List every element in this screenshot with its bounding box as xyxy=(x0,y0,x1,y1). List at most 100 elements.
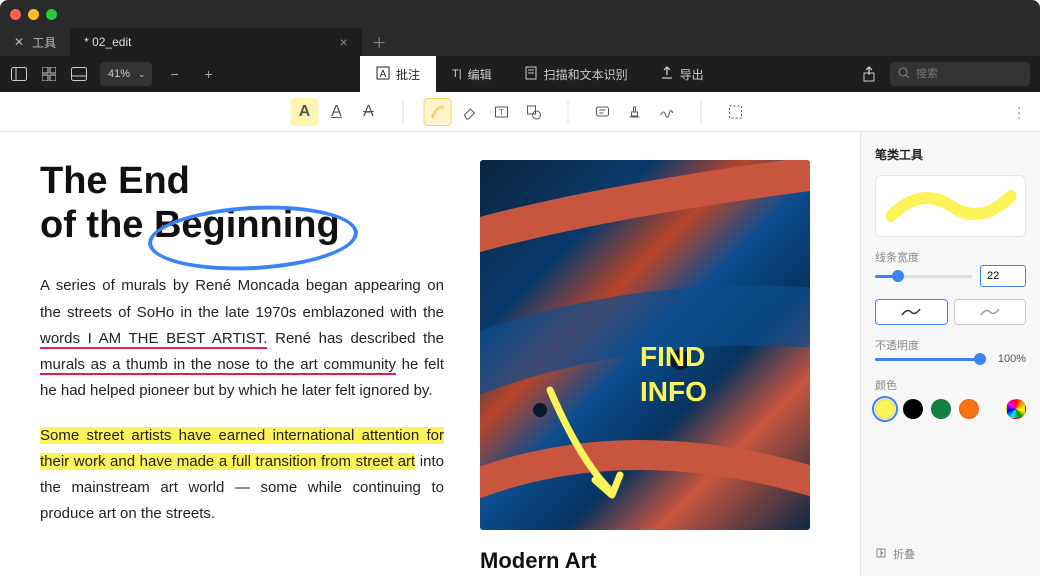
mode-edit[interactable]: T| 编辑 xyxy=(436,56,508,92)
color-swatch-green[interactable] xyxy=(931,399,951,419)
panel-title: 笔类工具 xyxy=(875,146,1026,163)
mode-export[interactable]: 导出 xyxy=(644,56,720,92)
heading-2: Modern Art xyxy=(480,548,820,574)
tab-tools[interactable]: ✕ 工具 xyxy=(0,28,70,56)
tab-document[interactable]: * 02_edit × xyxy=(70,28,362,56)
pen-tool-button[interactable] xyxy=(424,98,452,126)
color-swatches xyxy=(875,399,1026,419)
heading-1: The End of the Beginning xyxy=(40,160,444,247)
opacity-label: 不透明度 xyxy=(875,337,1026,353)
zoom-value[interactable]: 41% xyxy=(100,68,138,80)
title-line1: The End xyxy=(40,160,190,202)
note-tool-button[interactable] xyxy=(589,98,617,126)
tab-label: 工具 xyxy=(32,34,56,51)
highlight-text-button[interactable]: A xyxy=(291,98,319,126)
eraser-tool-button[interactable] xyxy=(456,98,484,126)
stamp-tool-button[interactable] xyxy=(621,98,649,126)
annotate-icon: A xyxy=(376,66,390,83)
annotation-toolbar: A A A T ⋯ xyxy=(0,92,1040,132)
highlight-annotation[interactable]: Some street artists have earned internat… xyxy=(40,427,444,470)
paragraph-2: Some street artists have earned internat… xyxy=(40,423,444,528)
zoom-out-button[interactable]: − xyxy=(164,66,186,82)
separator xyxy=(403,101,404,123)
shape-tool-button[interactable] xyxy=(520,98,548,126)
mode-ocr[interactable]: 扫描和文本识别 xyxy=(508,56,644,92)
mode-label: 扫描和文本识别 xyxy=(544,66,628,83)
stroke-width-section: 线条宽度 xyxy=(875,249,1026,287)
close-tab-icon[interactable]: × xyxy=(339,34,347,50)
figure-image: FIND INFO xyxy=(480,160,810,530)
p1-text-b: René has described the xyxy=(267,330,444,347)
tab-label: * 02_edit xyxy=(84,35,131,49)
window-titlebar xyxy=(0,0,1040,28)
underline-text-button[interactable]: A xyxy=(323,98,351,126)
separator xyxy=(568,101,569,123)
grid-view-icon[interactable] xyxy=(40,65,58,83)
stroke-width-label: 线条宽度 xyxy=(875,249,1026,265)
p1-text-a: A series of murals by René Moncada began… xyxy=(40,277,444,320)
search-box[interactable] xyxy=(890,62,1030,86)
column-right: FIND INFO Modern Art After Haring, a str… xyxy=(480,160,820,576)
color-swatch-yellow[interactable] xyxy=(875,399,895,419)
top-toolbar: 41% ⌄ − + A 批注 T| 编辑 扫描和文本识别 导出 xyxy=(0,56,1040,92)
sidebar-toggle-icon[interactable] xyxy=(10,65,28,83)
inspector-panel: 笔类工具 线条宽度 不透明度 xyxy=(860,132,1040,576)
minimize-window[interactable] xyxy=(28,9,39,20)
separator xyxy=(701,101,702,123)
collapse-icon xyxy=(875,547,887,562)
strike-text-button[interactable]: A xyxy=(355,98,383,126)
stroke-sharp-button[interactable] xyxy=(954,299,1027,325)
underline-annotation[interactable]: murals as a thumb in the nose to the art… xyxy=(40,356,396,375)
stroke-width-input[interactable] xyxy=(980,265,1026,287)
mode-annotate[interactable]: A 批注 xyxy=(360,56,436,92)
opacity-slider[interactable] xyxy=(875,358,980,361)
zoom-in-button[interactable]: + xyxy=(198,66,220,82)
more-icon[interactable]: ⋯ xyxy=(1009,105,1029,119)
add-tab-button[interactable]: ＋ xyxy=(362,28,397,56)
opacity-value: 100% xyxy=(988,353,1026,365)
text-style-group: A A A xyxy=(291,98,383,126)
title-line2a: of the xyxy=(40,204,154,246)
draw-tools-group: T xyxy=(424,98,548,126)
scan-icon xyxy=(524,66,538,83)
color-swatch-black[interactable] xyxy=(903,399,923,419)
stroke-preview xyxy=(875,175,1026,237)
column-left: The End of the Beginning A series of mur… xyxy=(40,160,444,576)
select-area-button[interactable] xyxy=(722,98,750,126)
maximize-window[interactable] xyxy=(46,9,57,20)
color-picker-button[interactable] xyxy=(1006,399,1026,419)
svg-text:A: A xyxy=(380,69,387,80)
stroke-smooth-button[interactable] xyxy=(875,299,948,325)
export-icon xyxy=(660,66,674,83)
close-window[interactable] xyxy=(10,9,21,20)
mode-label: 批注 xyxy=(396,66,420,83)
topbar-left: 41% ⌄ − + xyxy=(10,62,220,86)
mode-label: 编辑 xyxy=(468,66,492,83)
svg-text:T: T xyxy=(499,108,504,117)
signature-tool-button[interactable] xyxy=(653,98,681,126)
document-viewport[interactable]: The End of the Beginning A series of mur… xyxy=(0,132,860,576)
paragraph-1: A series of murals by René Moncada began… xyxy=(40,273,444,404)
zoom-control: 41% ⌄ xyxy=(100,62,152,86)
color-section: 颜色 xyxy=(875,377,1026,419)
collapse-panel-button[interactable]: 折叠 xyxy=(875,536,1026,562)
stroke-style-buttons xyxy=(875,299,1026,325)
underline-annotation[interactable]: words I AM THE BEST ARTIST. xyxy=(40,330,267,349)
document-tabs: ✕ 工具 * 02_edit × ＋ xyxy=(0,28,1040,56)
chevron-down-icon[interactable]: ⌄ xyxy=(138,69,152,80)
share-icon[interactable] xyxy=(860,65,878,83)
mode-label: 导出 xyxy=(680,66,704,83)
page-view-icon[interactable] xyxy=(70,65,88,83)
tools-icon: ✕ xyxy=(14,35,24,49)
search-icon xyxy=(898,67,910,82)
collapse-label: 折叠 xyxy=(893,546,915,562)
traffic-lights xyxy=(10,9,57,20)
slider-thumb[interactable] xyxy=(892,270,904,282)
color-swatch-orange[interactable] xyxy=(959,399,979,419)
annot-tools-group xyxy=(589,98,681,126)
stroke-width-slider[interactable] xyxy=(875,275,972,278)
textbox-tool-button[interactable]: T xyxy=(488,98,516,126)
arrow-annotation[interactable] xyxy=(480,160,810,530)
search-input[interactable] xyxy=(916,68,1016,80)
slider-thumb[interactable] xyxy=(974,353,986,365)
